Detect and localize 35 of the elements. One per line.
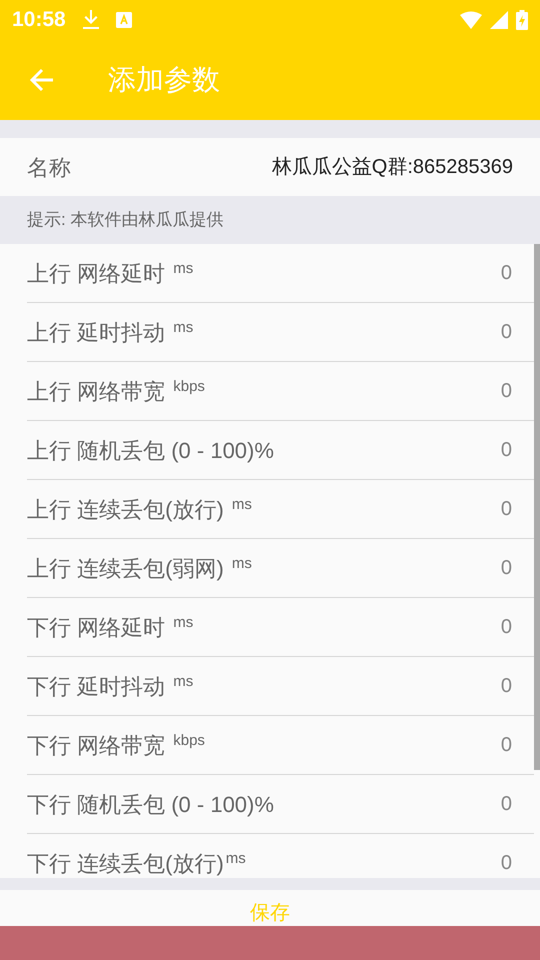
param-label: 下行 网络带宽 $^{kbps}$ <box>27 731 205 760</box>
param-value: 0 <box>500 497 512 522</box>
param-value: 0 <box>500 733 512 758</box>
battery-icon <box>516 10 528 30</box>
clock: 10:58 <box>12 7 66 34</box>
param-value: 0 <box>500 674 512 699</box>
param-value: 0 <box>500 261 512 286</box>
back-arrow-icon <box>29 68 55 92</box>
param-value: 0 <box>500 320 512 345</box>
param-value: 0 <box>500 792 512 817</box>
param-label: 上行 连续丢包(放行) $^{ms}$ <box>27 495 252 524</box>
param-value: 0 <box>500 379 512 404</box>
param-label: 上行 网络带宽 $^{kbps}$ <box>27 377 205 406</box>
param-value: 0 <box>500 438 512 463</box>
param-label: 下行 连续丢包(放行)$^{ms}$ <box>27 849 246 878</box>
param-value: 0 <box>500 615 512 640</box>
download-icon <box>82 9 100 31</box>
name-value: 林瓜瓜公益Q群:865285369 <box>272 155 513 180</box>
param-row[interactable]: 下行 随机丢包 (0 - 100)% 0 <box>27 775 534 834</box>
signal-icon <box>490 11 508 29</box>
wifi-icon <box>460 11 482 29</box>
param-label: 下行 网络延时 $^{ms}$ <box>27 613 194 642</box>
param-row[interactable]: 下行 网络带宽 $^{kbps}$ 0 <box>27 716 534 775</box>
name-label: 名称 <box>27 154 71 182</box>
param-label: 上行 随机丢包 (0 - 100)% <box>27 436 274 464</box>
param-value: 0 <box>500 556 512 581</box>
param-value: 0 <box>500 851 512 876</box>
param-label: 上行 网络延时 $^{ms}$ <box>27 259 194 288</box>
screen-title: 添加参数 <box>108 63 220 97</box>
param-label: 上行 连续丢包(弱网) $^{ms}$ <box>27 554 252 582</box>
param-label: 下行 随机丢包 (0 - 100)% <box>27 790 274 818</box>
hint-text: 提示: 本软件由林瓜瓜提供 <box>27 209 224 232</box>
param-label: 下行 延时抖动 $^{ms}$ <box>27 672 194 700</box>
param-label: 上行 延时抖动 $^{ms}$ <box>27 318 194 346</box>
keyboard-app-icon <box>116 12 132 28</box>
